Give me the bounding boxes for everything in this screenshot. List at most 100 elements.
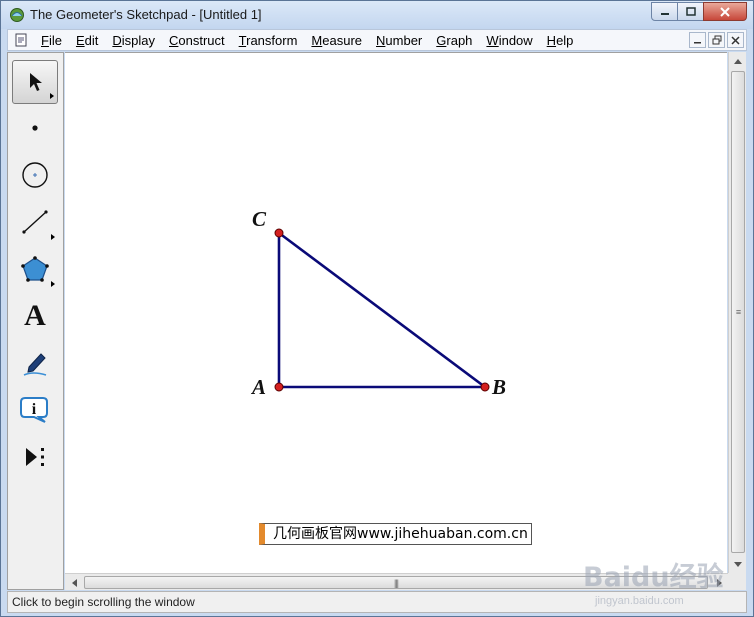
restore-icon	[712, 35, 721, 45]
menu-transform-mnemonic: T	[238, 32, 247, 48]
menu-edit[interactable]: Edit	[69, 33, 105, 48]
information-tool[interactable]: i	[12, 388, 58, 432]
tool-menu-indicator	[50, 93, 54, 99]
sketch-canvas[interactable]: A B C 几何画板官网www.jihehuaban.com.cn	[65, 52, 727, 573]
menu-graph-mnemonic: G	[436, 32, 447, 48]
menu-help[interactable]: Help	[540, 33, 581, 48]
marker-icon	[23, 353, 47, 376]
toolbox: A i	[7, 52, 64, 590]
menu-file-mnemonic: F	[41, 32, 49, 48]
scroll-down-button[interactable]	[729, 556, 747, 573]
menu-number-mnemonic: N	[376, 32, 386, 48]
label-c[interactable]: C	[252, 207, 267, 231]
menu-construct-mnemonic: C	[169, 32, 179, 48]
menu-graph[interactable]: Graph	[429, 33, 479, 48]
menu-number-label: umber	[385, 32, 423, 48]
close-icon	[720, 6, 730, 17]
minimize-icon	[660, 12, 669, 15]
status-text: Click to begin scrolling the window	[12, 595, 195, 609]
custom-tool-icon	[26, 448, 44, 466]
menu-window[interactable]: Window	[479, 33, 539, 48]
point-icon	[32, 125, 38, 131]
menu-transform[interactable]: Transform	[232, 33, 305, 48]
menu-bar: File Edit Display Construct Transform Me…	[7, 29, 747, 51]
doc-minimize-button[interactable]	[689, 32, 706, 48]
menu-help-label: elp	[556, 32, 574, 48]
menu-number[interactable]: Number	[369, 33, 429, 48]
arrow-icon	[30, 73, 42, 91]
marker-tool[interactable]	[12, 341, 58, 385]
horizontal-scroll-thumb[interactable]: |||	[84, 576, 708, 589]
custom-tool[interactable]	[12, 435, 58, 479]
svg-text:i: i	[32, 401, 37, 418]
segment-cb[interactable]	[278, 231, 486, 389]
text-icon: A	[24, 299, 46, 332]
point-b[interactable]	[480, 382, 490, 392]
maximize-icon	[685, 7, 696, 16]
label-b[interactable]: B	[491, 375, 506, 399]
text-tool[interactable]: A	[12, 294, 58, 338]
menu-display-mnemonic: D	[112, 32, 122, 48]
sketchpad-app-icon	[10, 8, 24, 22]
menu-file-label: ile	[48, 32, 62, 48]
menu-window-label: indow	[498, 32, 533, 48]
segment-icon	[22, 210, 48, 234]
menu-edit-mnemonic: E	[75, 32, 85, 48]
tool-menu-indicator	[51, 281, 55, 287]
grip-icon: |||	[393, 577, 399, 588]
menu-display-label: isplay	[121, 32, 156, 48]
menu-window-mnemonic: W	[486, 32, 499, 48]
menu-display[interactable]: Display	[105, 33, 162, 48]
point-a[interactable]	[274, 382, 284, 392]
maximize-button[interactable]	[677, 2, 704, 21]
menu-graph-label: raph	[446, 32, 473, 48]
straightedge-tool[interactable]	[12, 200, 58, 244]
menu-measure-mnemonic: M	[311, 32, 323, 48]
minimize-button[interactable]	[651, 2, 678, 21]
title-bar[interactable]: The Geometer's Sketchpad - [Untitled 1]	[1, 1, 753, 29]
doc-restore-button[interactable]	[708, 32, 725, 48]
chevron-down-icon	[734, 561, 742, 567]
point-c[interactable]	[274, 228, 284, 238]
compass-tool[interactable]	[12, 153, 58, 197]
menu-construct-label: onstruct	[178, 32, 225, 48]
window-controls	[651, 2, 747, 21]
info-icon: i	[20, 397, 48, 423]
menu-measure[interactable]: Measure	[304, 33, 369, 48]
close-icon	[731, 35, 740, 45]
vertical-scroll-thumb[interactable]: ≡	[731, 71, 745, 553]
document-icon[interactable]	[14, 33, 28, 47]
menu-edit-label: dit	[84, 32, 99, 48]
scroll-left-button[interactable]	[65, 574, 82, 591]
chevron-up-icon	[734, 58, 742, 64]
menu-file[interactable]: File	[34, 33, 69, 48]
selection-arrow-tool[interactable]	[12, 60, 58, 104]
chevron-left-icon	[71, 578, 77, 587]
grip-icon: ≡	[735, 307, 741, 317]
scrollbar-corner	[728, 573, 746, 590]
minimize-icon	[694, 41, 701, 43]
circle-icon	[22, 162, 48, 188]
menu-construct[interactable]: Construct	[162, 33, 232, 48]
doc-close-button[interactable]	[727, 32, 744, 48]
sketch-drawing[interactable]: A B C	[65, 53, 727, 574]
website-caption[interactable]: 几何画板官网www.jihehuaban.com.cn	[259, 523, 532, 545]
tool-menu-indicator	[51, 234, 55, 240]
polygon-icon	[21, 256, 49, 282]
window-title: The Geometer's Sketchpad - [Untitled 1]	[30, 7, 262, 22]
scroll-right-button[interactable]	[711, 574, 728, 591]
point-tool[interactable]	[12, 106, 58, 150]
chevron-right-icon	[716, 578, 722, 587]
label-a[interactable]: A	[250, 375, 266, 399]
document-window-controls	[687, 32, 744, 48]
scroll-up-button[interactable]	[729, 52, 747, 69]
close-button[interactable]	[703, 2, 747, 21]
app-window: The Geometer's Sketchpad - [Untitled 1] …	[0, 0, 754, 617]
vertical-scrollbar[interactable]: ≡	[728, 52, 746, 573]
menu-measure-label: easure	[322, 32, 363, 48]
status-bar: Click to begin scrolling the window	[7, 591, 747, 613]
menu-transform-label: ransform	[246, 32, 298, 48]
horizontal-scrollbar[interactable]: |||	[65, 573, 728, 590]
polygon-tool[interactable]	[12, 247, 58, 291]
menu-help-mnemonic: H	[546, 32, 557, 48]
